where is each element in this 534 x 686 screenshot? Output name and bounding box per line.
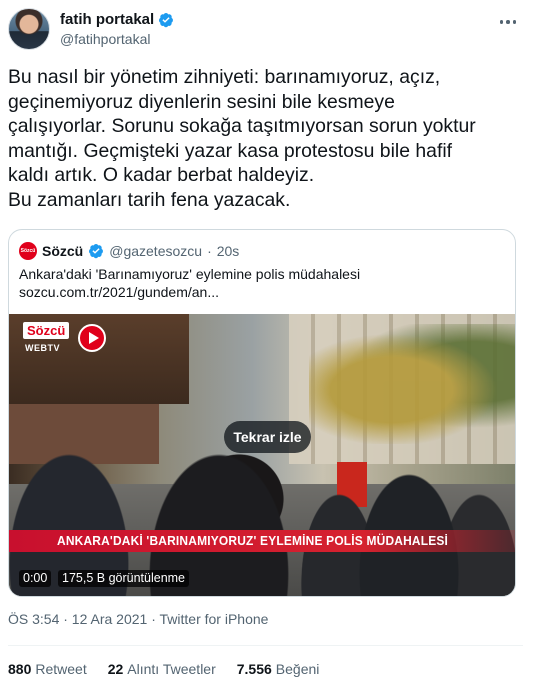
quoted-text: Ankara'daki 'Barınamıyoruz' eylemine pol…: [19, 266, 361, 282]
retweets-label: Retweet: [35, 661, 87, 677]
author-handle[interactable]: @fatihportakal: [60, 31, 150, 47]
video-time: 0:00: [19, 570, 52, 587]
video-views: 175,5 B görüntülenme: [58, 570, 190, 587]
tweet-meta[interactable]: ÖS 3:54 · 12 Ara 2021 · Twitter for iPho…: [8, 611, 268, 627]
tweet-card: fatih portakal @fatihportakal Bu nasıl b…: [0, 0, 534, 686]
news-banner: ANKARA'DAKİ 'BARINAMIYORUZ' EYLEMİNE POL…: [9, 530, 515, 552]
channel-sub: WEBTV: [25, 343, 60, 353]
author-name-row: fatih portakal: [60, 11, 174, 28]
likes-count: 7.556: [236, 661, 272, 677]
retweets-stat[interactable]: 880 Retweet: [8, 661, 87, 677]
quotes-count: 22: [107, 661, 124, 677]
quoted-tweet[interactable]: Sözcü Sözcü @gazetesozcu · 20s Ankara'da…: [8, 229, 516, 597]
video-player[interactable]: Sözcü WEBTV Tekrar izle ANKARA'DAKİ 'BAR…: [9, 314, 515, 596]
sozcu-logo-icon: Sözcü: [19, 242, 37, 260]
verified-badge-icon: [159, 12, 174, 27]
quotes-label: Alıntı Tweetler: [127, 661, 216, 677]
quoted-separator: ·: [207, 243, 212, 259]
quoted-verified-badge-icon: [89, 244, 104, 259]
divider: [8, 645, 523, 646]
tweet-text-line: mantığı. Geçmişteki yazar kasa protestos…: [8, 139, 453, 162]
channel-logo: Sözcü WEBTV: [23, 322, 106, 358]
more-options-icon[interactable]: [495, 12, 521, 32]
tweet-stats: 880 Retweet 22 Alıntı Tweetler 7.556 Beğeni: [8, 661, 319, 677]
tweet-text-line: Bu zamanları tarih fena yazacak.: [8, 188, 291, 211]
author-avatar[interactable]: [8, 8, 50, 50]
tweet-text-line: Bu nasıl bir yönetim zihniyeti: barınamı…: [8, 66, 441, 88]
likes-stat[interactable]: 7.556 Beğeni: [237, 661, 320, 677]
tweet-text-line: çalışıyorlar. Sorunu sokağa taşıtmıyorsa…: [8, 115, 476, 137]
replay-button[interactable]: Tekrar izle: [224, 421, 311, 453]
author-display-name[interactable]: fatih portakal: [60, 11, 154, 28]
quotes-stat[interactable]: 22 Alıntı Tweetler: [108, 661, 216, 677]
tweet-text-line: geçinemiyoruz diyenlerin sesini bile kes…: [8, 90, 395, 113]
quoted-handle: @gazetesozcu: [109, 243, 203, 259]
news-banner-text: ANKARA'DAKİ 'BARINAMIYORUZ' EYLEMİNE POL…: [57, 533, 449, 548]
quoted-link[interactable]: sozcu.com.tr/2021/gundem/an...: [19, 283, 219, 301]
quoted-time: 20s: [216, 243, 240, 259]
quoted-display-name: Sözcü: [42, 243, 84, 259]
retweets-count: 880: [8, 661, 32, 677]
tweet-text: Bu nasıl bir yönetim zihniyeti: barınamı…: [8, 65, 523, 212]
quoted-tweet-header: Sözcü Sözcü @gazetesozcu · 20s: [19, 242, 239, 260]
channel-brand: Sözcü: [23, 322, 70, 339]
likes-label: Beğeni: [275, 661, 320, 677]
play-logo-icon: [78, 324, 106, 352]
tweet-text-line: kaldı artık. O kadar berbat haldeyiz.: [8, 164, 315, 186]
